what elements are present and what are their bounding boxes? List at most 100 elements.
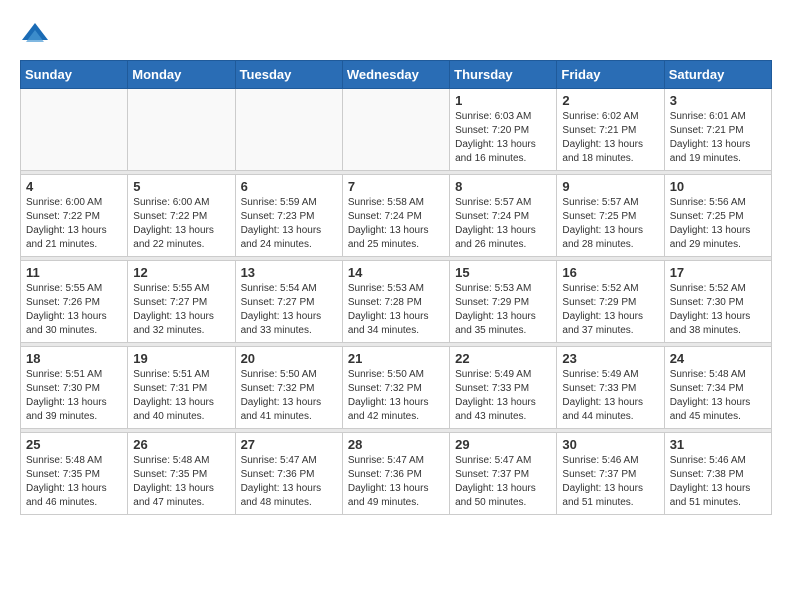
- day-number: 11: [26, 265, 122, 280]
- day-number: 23: [562, 351, 658, 366]
- calendar-header-saturday: Saturday: [664, 61, 771, 89]
- day-info: Sunrise: 5:55 AM Sunset: 7:26 PM Dayligh…: [26, 282, 122, 338]
- calendar-day-2: 2 Sunrise: 6:02 AM Sunset: 7:21 PM Daylig…: [557, 89, 664, 171]
- day-info: Sunrise: 5:47 AM Sunset: 7:37 PM Dayligh…: [455, 454, 551, 510]
- calendar-day-26: 26 Sunrise: 5:48 AM Sunset: 7:35 PM Dayli…: [128, 433, 235, 515]
- day-info: Sunrise: 5:51 AM Sunset: 7:30 PM Dayligh…: [26, 368, 122, 424]
- day-number: 17: [670, 265, 766, 280]
- day-number: 4: [26, 179, 122, 194]
- calendar-day-13: 13 Sunrise: 5:54 AM Sunset: 7:27 PM Dayli…: [235, 261, 342, 343]
- day-number: 13: [241, 265, 337, 280]
- calendar-day-7: 7Sunrise: 5:58 AM Sunset: 7:24 PM Daylig…: [342, 175, 449, 257]
- calendar-day-11: 11 Sunrise: 5:55 AM Sunset: 7:26 PM Dayli…: [21, 261, 128, 343]
- calendar-day-empty: [21, 89, 128, 171]
- day-info: Sunrise: 5:56 AM Sunset: 7:25 PM Dayligh…: [670, 196, 766, 252]
- calendar-day-23: 23 Sunrise: 5:49 AM Sunset: 7:33 PM Dayli…: [557, 347, 664, 429]
- day-info: Sunrise: 5:52 AM Sunset: 7:29 PM Dayligh…: [562, 282, 658, 338]
- day-number: 3: [670, 93, 766, 108]
- calendar-day-25: 25 Sunrise: 5:48 AM Sunset: 7:35 PM Dayli…: [21, 433, 128, 515]
- calendar-day-22: 22 Sunrise: 5:49 AM Sunset: 7:33 PM Dayli…: [450, 347, 557, 429]
- day-number: 2: [562, 93, 658, 108]
- calendar-day-16: 16Sunrise: 5:52 AM Sunset: 7:29 PM Dayli…: [557, 261, 664, 343]
- calendar-day-24: 24Sunrise: 5:48 AM Sunset: 7:34 PM Dayli…: [664, 347, 771, 429]
- logo: [20, 20, 54, 50]
- day-info: Sunrise: 6:01 AM Sunset: 7:21 PM Dayligh…: [670, 110, 766, 166]
- calendar-day-14: 14 Sunrise: 5:53 AM Sunset: 7:28 PM Dayli…: [342, 261, 449, 343]
- calendar: SundayMondayTuesdayWednesdayThursdayFrid…: [20, 60, 772, 515]
- calendar-week-row: 25 Sunrise: 5:48 AM Sunset: 7:35 PM Dayli…: [21, 433, 772, 515]
- calendar-day-19: 19 Sunrise: 5:51 AM Sunset: 7:31 PM Dayli…: [128, 347, 235, 429]
- day-info: Sunrise: 5:51 AM Sunset: 7:31 PM Dayligh…: [133, 368, 229, 424]
- calendar-day-empty: [342, 89, 449, 171]
- calendar-day-21: 21Sunrise: 5:50 AM Sunset: 7:32 PM Dayli…: [342, 347, 449, 429]
- day-number: 29: [455, 437, 551, 452]
- day-info: Sunrise: 5:48 AM Sunset: 7:35 PM Dayligh…: [133, 454, 229, 510]
- calendar-week-row: 1 Sunrise: 6:03 AM Sunset: 7:20 PM Daylig…: [21, 89, 772, 171]
- calendar-day-9: 9 Sunrise: 5:57 AM Sunset: 7:25 PM Daylig…: [557, 175, 664, 257]
- day-number: 8: [455, 179, 551, 194]
- calendar-header-row: SundayMondayTuesdayWednesdayThursdayFrid…: [21, 61, 772, 89]
- day-info: Sunrise: 5:58 AM Sunset: 7:24 PM Dayligh…: [348, 196, 444, 252]
- calendar-day-empty: [128, 89, 235, 171]
- calendar-day-6: 6 Sunrise: 5:59 AM Sunset: 7:23 PM Daylig…: [235, 175, 342, 257]
- day-number: 28: [348, 437, 444, 452]
- day-info: Sunrise: 6:00 AM Sunset: 7:22 PM Dayligh…: [26, 196, 122, 252]
- day-info: Sunrise: 5:46 AM Sunset: 7:38 PM Dayligh…: [670, 454, 766, 510]
- day-info: Sunrise: 5:46 AM Sunset: 7:37 PM Dayligh…: [562, 454, 658, 510]
- day-number: 15: [455, 265, 551, 280]
- day-info: Sunrise: 5:59 AM Sunset: 7:23 PM Dayligh…: [241, 196, 337, 252]
- day-number: 1: [455, 93, 551, 108]
- day-info: Sunrise: 5:49 AM Sunset: 7:33 PM Dayligh…: [562, 368, 658, 424]
- day-number: 21: [348, 351, 444, 366]
- calendar-day-28: 28 Sunrise: 5:47 AM Sunset: 7:36 PM Dayli…: [342, 433, 449, 515]
- day-info: Sunrise: 6:03 AM Sunset: 7:20 PM Dayligh…: [455, 110, 551, 166]
- day-number: 12: [133, 265, 229, 280]
- calendar-day-30: 30 Sunrise: 5:46 AM Sunset: 7:37 PM Dayli…: [557, 433, 664, 515]
- day-info: Sunrise: 5:50 AM Sunset: 7:32 PM Dayligh…: [241, 368, 337, 424]
- calendar-week-row: 11 Sunrise: 5:55 AM Sunset: 7:26 PM Dayli…: [21, 261, 772, 343]
- page-header: [20, 20, 772, 50]
- day-number: 27: [241, 437, 337, 452]
- day-info: Sunrise: 5:54 AM Sunset: 7:27 PM Dayligh…: [241, 282, 337, 338]
- day-number: 9: [562, 179, 658, 194]
- calendar-day-15: 15Sunrise: 5:53 AM Sunset: 7:29 PM Dayli…: [450, 261, 557, 343]
- calendar-day-18: 18 Sunrise: 5:51 AM Sunset: 7:30 PM Dayli…: [21, 347, 128, 429]
- day-info: Sunrise: 5:53 AM Sunset: 7:28 PM Dayligh…: [348, 282, 444, 338]
- calendar-day-4: 4 Sunrise: 6:00 AM Sunset: 7:22 PM Daylig…: [21, 175, 128, 257]
- calendar-day-20: 20 Sunrise: 5:50 AM Sunset: 7:32 PM Dayli…: [235, 347, 342, 429]
- day-number: 10: [670, 179, 766, 194]
- day-info: Sunrise: 6:02 AM Sunset: 7:21 PM Dayligh…: [562, 110, 658, 166]
- calendar-week-row: 18 Sunrise: 5:51 AM Sunset: 7:30 PM Dayli…: [21, 347, 772, 429]
- day-number: 5: [133, 179, 229, 194]
- day-number: 26: [133, 437, 229, 452]
- calendar-header-thursday: Thursday: [450, 61, 557, 89]
- day-info: Sunrise: 5:47 AM Sunset: 7:36 PM Dayligh…: [348, 454, 444, 510]
- day-number: 14: [348, 265, 444, 280]
- day-number: 6: [241, 179, 337, 194]
- day-info: Sunrise: 5:49 AM Sunset: 7:33 PM Dayligh…: [455, 368, 551, 424]
- day-info: Sunrise: 5:48 AM Sunset: 7:35 PM Dayligh…: [26, 454, 122, 510]
- calendar-week-row: 4 Sunrise: 6:00 AM Sunset: 7:22 PM Daylig…: [21, 175, 772, 257]
- day-info: Sunrise: 5:52 AM Sunset: 7:30 PM Dayligh…: [670, 282, 766, 338]
- day-number: 20: [241, 351, 337, 366]
- calendar-day-8: 8Sunrise: 5:57 AM Sunset: 7:24 PM Daylig…: [450, 175, 557, 257]
- calendar-day-3: 3 Sunrise: 6:01 AM Sunset: 7:21 PM Daylig…: [664, 89, 771, 171]
- day-info: Sunrise: 6:00 AM Sunset: 7:22 PM Dayligh…: [133, 196, 229, 252]
- day-number: 31: [670, 437, 766, 452]
- day-info: Sunrise: 5:57 AM Sunset: 7:25 PM Dayligh…: [562, 196, 658, 252]
- calendar-day-29: 29 Sunrise: 5:47 AM Sunset: 7:37 PM Dayli…: [450, 433, 557, 515]
- day-number: 30: [562, 437, 658, 452]
- day-number: 24: [670, 351, 766, 366]
- calendar-day-5: 5 Sunrise: 6:00 AM Sunset: 7:22 PM Daylig…: [128, 175, 235, 257]
- day-number: 22: [455, 351, 551, 366]
- calendar-header-sunday: Sunday: [21, 61, 128, 89]
- calendar-day-empty: [235, 89, 342, 171]
- calendar-header-tuesday: Tuesday: [235, 61, 342, 89]
- day-info: Sunrise: 5:55 AM Sunset: 7:27 PM Dayligh…: [133, 282, 229, 338]
- day-number: 18: [26, 351, 122, 366]
- day-number: 25: [26, 437, 122, 452]
- day-number: 19: [133, 351, 229, 366]
- calendar-day-17: 17 Sunrise: 5:52 AM Sunset: 7:30 PM Dayli…: [664, 261, 771, 343]
- calendar-day-31: 31 Sunrise: 5:46 AM Sunset: 7:38 PM Dayli…: [664, 433, 771, 515]
- calendar-day-27: 27Sunrise: 5:47 AM Sunset: 7:36 PM Dayli…: [235, 433, 342, 515]
